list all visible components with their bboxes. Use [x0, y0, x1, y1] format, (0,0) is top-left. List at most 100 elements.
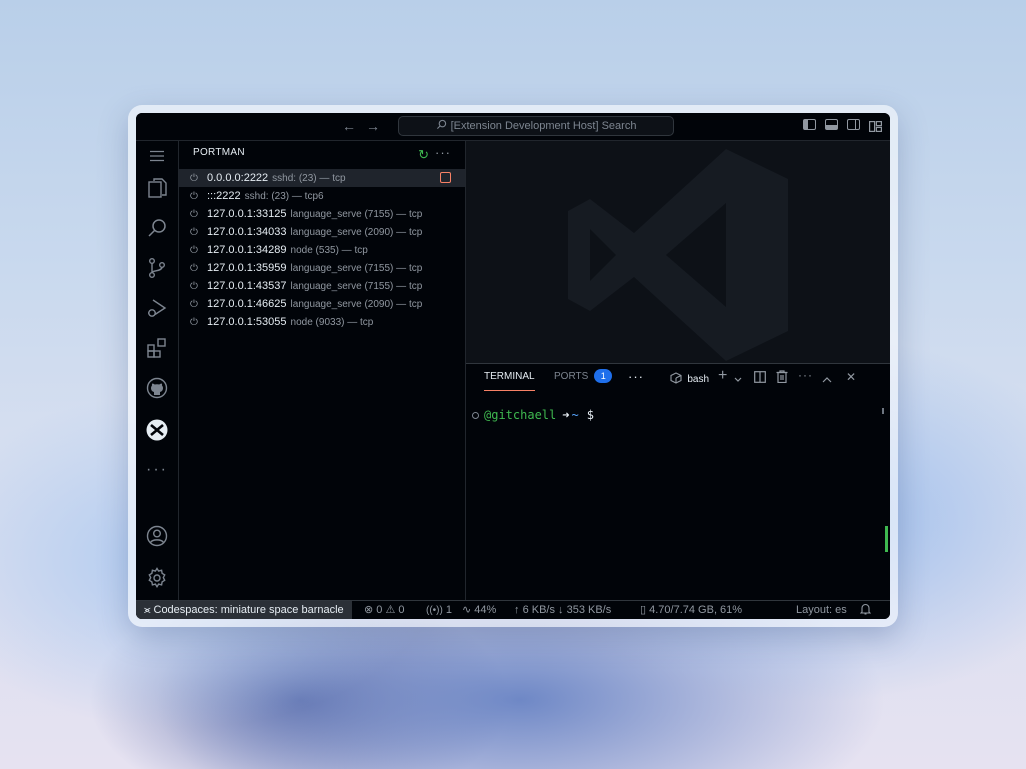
- tab-terminal[interactable]: TERMINAL: [484, 364, 535, 391]
- memory-indicator[interactable]: ▯ 4.70/7.74 GB, 61%: [640, 601, 742, 619]
- terminal-cwd: ~: [571, 408, 579, 422]
- keyboard-layout-indicator[interactable]: Layout: es: [796, 601, 847, 619]
- tab-ports-label: PORTS: [554, 371, 589, 382]
- port-description: language_serve (2090) — tcp: [290, 298, 423, 310]
- new-terminal-icon[interactable]: +: [718, 367, 727, 385]
- upload-arrow-icon: ↑: [514, 604, 520, 616]
- extensions-icon[interactable]: [136, 333, 178, 363]
- tab-ports[interactable]: PORTS 1: [554, 364, 613, 390]
- portman-sidebar: PORTMAN ↻ ··· ⏻ 0.0.0.0:2222 sshd: (23) …: [179, 141, 466, 601]
- refresh-icon[interactable]: ↻: [418, 147, 429, 163]
- port-address: 127.0.0.1:43537: [207, 280, 287, 292]
- trash-icon[interactable]: [776, 370, 788, 386]
- ports-count-badge: 1: [594, 369, 613, 383]
- forward-arrow-icon[interactable]: →: [366, 118, 380, 134]
- terminal-shell-icon: [670, 372, 682, 384]
- pulse-icon: ∿: [462, 604, 472, 616]
- warning-icon: ⚠: [385, 604, 396, 616]
- memory-usage: 4.70/7.74 GB, 61%: [649, 604, 743, 616]
- sidebar-more-button[interactable]: ···: [435, 145, 451, 160]
- port-address: 127.0.0.1:46625: [207, 298, 287, 310]
- port-description: sshd: (23) — tcp6: [244, 190, 324, 202]
- activity-bar: ···: [136, 141, 179, 601]
- port-item[interactable]: ⏻ 127.0.0.1:34033 language_serve (2090) …: [179, 223, 465, 241]
- plug-icon: ⏻: [190, 298, 198, 310]
- port-item[interactable]: ⏻ 127.0.0.1:46625 language_serve (2090) …: [179, 295, 465, 313]
- port-item[interactable]: ⏻ 127.0.0.1:34289 node (535) — tcp: [179, 241, 465, 259]
- chevron-down-icon[interactable]: [734, 372, 742, 386]
- download-speed: 353 KB/s: [566, 604, 612, 616]
- accounts-icon[interactable]: [136, 521, 178, 551]
- status-bar: ⪤ Codespaces: miniature space barnacle ⊗ …: [136, 600, 890, 619]
- remote-indicator[interactable]: ⪤ Codespaces: miniature space barnacle: [136, 601, 352, 619]
- more-activities-icon[interactable]: ···: [136, 455, 178, 485]
- layout-controls: [803, 119, 883, 133]
- toggle-secondary-sidebar-icon[interactable]: [847, 119, 860, 130]
- close-panel-icon[interactable]: ✕: [846, 370, 856, 384]
- panel-more-button[interactable]: ···: [628, 369, 644, 384]
- port-description: node (9033) — tcp: [290, 316, 374, 328]
- maximize-panel-chevron-up-icon[interactable]: [822, 372, 832, 386]
- download-arrow-icon: ↓: [558, 604, 564, 616]
- port-item[interactable]: ⏻ :::2222 sshd: (23) — tcp6: [179, 187, 465, 205]
- terminal-shell-label: bash: [687, 374, 710, 385]
- terminal-arrow: ➜: [562, 408, 570, 422]
- run-debug-icon[interactable]: [136, 293, 178, 323]
- command-center-search[interactable]: [Extension Development Host] Search: [398, 116, 674, 136]
- window-frame: ← → [Extension Development Host] Search: [128, 105, 898, 627]
- bottom-panel: TERMINAL PORTS 1 ··· bash + ··· ✕ @gitcha…: [466, 363, 890, 601]
- plug-icon: ⏻: [190, 316, 198, 328]
- port-item[interactable]: ⏻ 127.0.0.1:43537 language_serve (7155) …: [179, 277, 465, 295]
- port-address: 127.0.0.1:34289: [207, 244, 287, 256]
- terminal-more-button[interactable]: ···: [798, 368, 813, 382]
- remote-label: Codespaces: miniature space barnacle: [153, 604, 344, 616]
- split-terminal-icon[interactable]: [754, 371, 766, 386]
- settings-gear-icon[interactable]: [136, 563, 178, 593]
- vscode-window: ← → [Extension Development Host] Search: [136, 113, 890, 619]
- sidebar-title: PORTMAN: [193, 147, 245, 158]
- port-description: language_serve (7155) — tcp: [290, 208, 423, 220]
- port-item[interactable]: ⏻ 127.0.0.1:35959 language_serve (7155) …: [179, 259, 465, 277]
- stop-process-icon[interactable]: [440, 172, 451, 183]
- port-description: language_serve (7155) — tcp: [290, 280, 423, 292]
- toggle-panel-icon[interactable]: [825, 119, 838, 130]
- terminal-shell-selector[interactable]: bash: [670, 371, 709, 385]
- plug-icon: ⏻: [190, 244, 198, 256]
- customize-layout-icon[interactable]: [869, 119, 883, 133]
- port-item[interactable]: ⏻ 127.0.0.1:33125 language_serve (7155) …: [179, 205, 465, 223]
- terminal-user: @gitchaell: [484, 408, 557, 422]
- command-decoration-icon: [472, 411, 479, 419]
- cpu-indicator[interactable]: ∿ 44%: [462, 601, 496, 619]
- port-address: 127.0.0.1:53055: [207, 316, 287, 328]
- editor-area[interactable]: [466, 141, 890, 363]
- explorer-icon[interactable]: [136, 173, 178, 203]
- port-address: 0.0.0.0:2222: [207, 172, 269, 184]
- memory-icon: ▯: [640, 604, 647, 616]
- vscode-logo-watermark-icon: [568, 149, 788, 361]
- plug-icon: ⏻: [190, 208, 198, 220]
- source-control-icon[interactable]: [136, 253, 178, 283]
- toggle-primary-sidebar-icon[interactable]: [803, 119, 816, 130]
- problems-indicator[interactable]: ⊗ 0 ⚠ 0: [364, 601, 405, 619]
- terminal-scrollbar[interactable]: [885, 526, 888, 552]
- remote-icon: ⪤: [144, 605, 151, 616]
- error-icon: ⊗: [364, 604, 374, 616]
- network-indicator[interactable]: ↑ 6 KB/s ↓ 353 KB/s: [514, 601, 611, 619]
- portman-icon[interactable]: [136, 415, 178, 445]
- notifications-bell-icon[interactable]: [859, 601, 872, 619]
- menu-icon[interactable]: [136, 141, 178, 171]
- port-item[interactable]: ⏻ 0.0.0.0:2222 sshd: (23) — tcp: [179, 169, 465, 187]
- port-description: language_serve (2090) — tcp: [290, 226, 423, 238]
- plug-icon: ⏻: [190, 262, 198, 274]
- upload-speed: 6 KB/s: [522, 604, 555, 616]
- github-icon[interactable]: [136, 373, 178, 403]
- plug-icon: ⏻: [190, 190, 198, 202]
- search-icon[interactable]: [136, 213, 178, 243]
- port-address: :::2222: [207, 190, 241, 202]
- command-center-label: [Extension Development Host] Search: [450, 120, 637, 132]
- port-item[interactable]: ⏻ 127.0.0.1:53055 node (9033) — tcp: [179, 313, 465, 331]
- terminal-prompt-line[interactable]: @gitchaell ➜ ~ $: [472, 408, 594, 422]
- forwarded-ports-indicator[interactable]: ((•)) 1: [426, 601, 452, 619]
- back-arrow-icon[interactable]: ←: [342, 118, 356, 134]
- plug-icon: ⏻: [190, 280, 198, 292]
